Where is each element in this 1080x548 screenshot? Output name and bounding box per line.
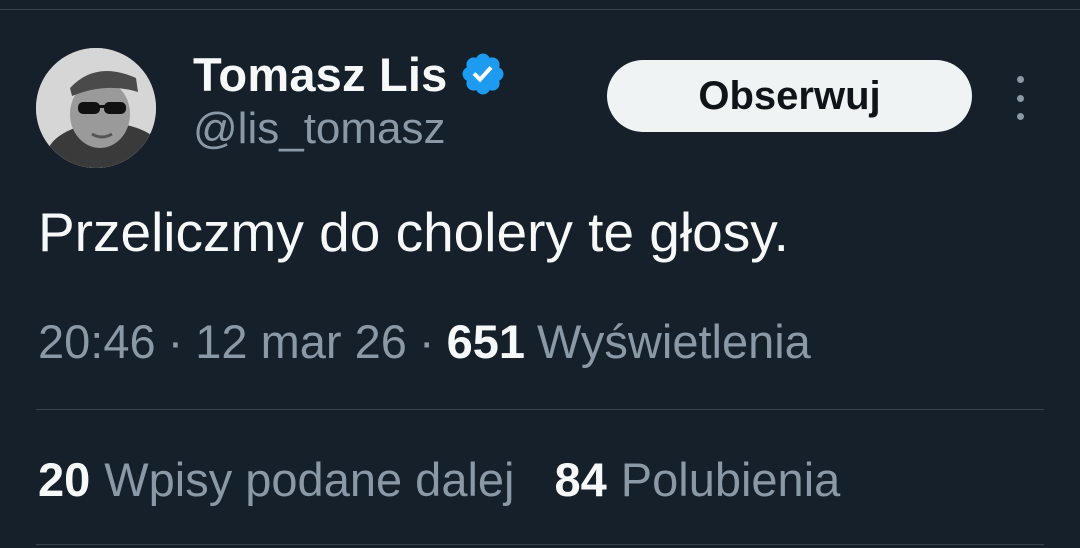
retweets-stat[interactable]: 20 Wpisy podane dalej: [38, 452, 514, 507]
tweet-text: Przeliczmy do cholery te głosy.: [38, 201, 789, 263]
author-name[interactable]: Tomasz Lis: [193, 47, 447, 102]
views-count: 651: [446, 315, 525, 368]
more-dot: [1016, 94, 1024, 102]
top-divider: [0, 9, 1080, 10]
likes-stat[interactable]: 84 Polubienia: [554, 452, 840, 507]
author-name-row: Tomasz Lis: [193, 44, 507, 104]
verified-badge-icon: [462, 53, 504, 95]
more-dot: [1016, 113, 1024, 120]
meta-separator: ·: [418, 315, 435, 368]
likes-label: Polubienia: [620, 453, 841, 506]
likes-count: 84: [554, 453, 607, 506]
follow-button[interactable]: Obserwuj: [607, 60, 972, 132]
avatar[interactable]: [36, 48, 156, 168]
divider: [36, 409, 1044, 410]
tweet-stats: 20 Wpisy podane dalej 84 Polubienia: [38, 452, 840, 507]
more-vertical-icon[interactable]: [1006, 76, 1034, 120]
tweet-time[interactable]: 20:46: [38, 314, 156, 369]
views-label: Wyświetlenia: [536, 315, 811, 368]
meta-separator: ·: [167, 315, 184, 368]
retweets-label: Wpisy podane dalej: [104, 453, 515, 506]
tweet-meta: 20:46 · 12 mar 26 · 651 Wyświetlenia: [38, 314, 811, 369]
more-dot: [1016, 76, 1024, 83]
tweet-date[interactable]: 12 mar 26: [195, 314, 407, 369]
author-handle[interactable]: @lis_tomasz: [193, 104, 446, 154]
divider: [36, 544, 1044, 545]
retweets-count: 20: [38, 453, 91, 506]
avatar-image: [36, 48, 156, 168]
